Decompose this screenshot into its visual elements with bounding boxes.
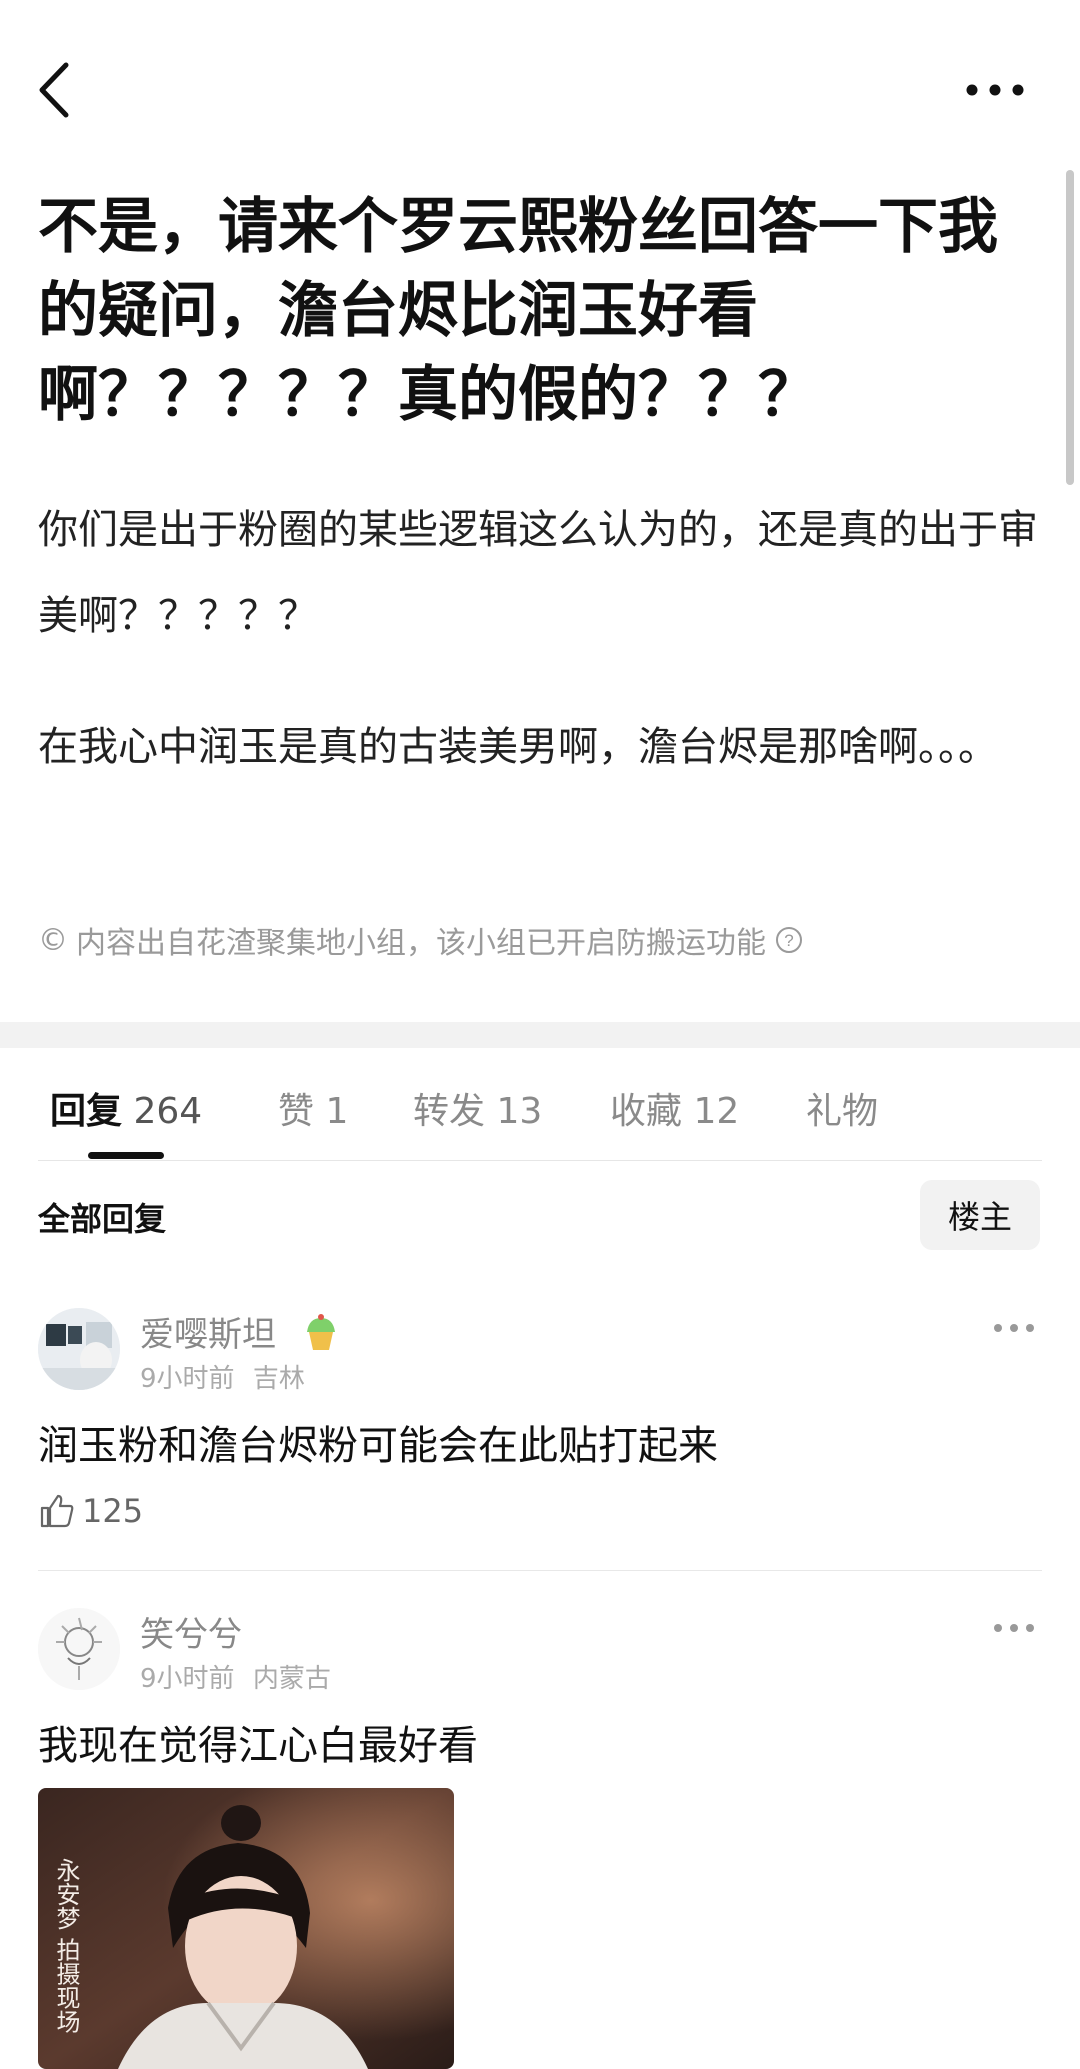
post-paragraph: 在我心中润玉是真的古装美男啊，澹台烬是那啥啊。。。 xyxy=(38,724,998,770)
tab-reposts[interactable]: 转发 13 xyxy=(413,1082,542,1134)
tab-favorites[interactable]: 收藏 12 xyxy=(610,1082,739,1134)
copyright-icon: © xyxy=(38,922,68,958)
image-caption: 永安梦 拍摄现场 xyxy=(52,1858,80,2034)
comment-text: 润玉粉和澹台烬粉可能会在此贴打起来 xyxy=(38,1423,718,1469)
comment-location: 内蒙古 xyxy=(252,1664,331,1694)
section-divider xyxy=(0,1022,1080,1048)
comment-username[interactable]: 笑兮兮 xyxy=(140,1607,242,1656)
comment-text: 我现在觉得江心白最好看 xyxy=(38,1723,478,1769)
tab-gifts[interactable]: 礼物 xyxy=(806,1082,878,1134)
comment-image[interactable]: 永安梦 拍摄现场 xyxy=(38,1788,454,2069)
svg-text:?: ? xyxy=(784,931,793,950)
op-only-button[interactable]: 楼主 xyxy=(920,1180,1040,1250)
post-title: 不是，请来个罗云熙粉丝回答一下我的疑问，澹台烬比润玉好看啊？？？？？真的假的？？… xyxy=(38,192,998,430)
avatar[interactable] xyxy=(38,1608,120,1690)
more-horizontal-icon xyxy=(994,1324,1034,1332)
like-count: 125 xyxy=(82,1492,144,1530)
tabs-divider xyxy=(38,1160,1042,1161)
notice-text: 内容出自花渣聚集地小组，该小组已开启防搬运功能 xyxy=(76,926,766,961)
more-horizontal-icon xyxy=(994,1624,1034,1632)
chevron-left-icon xyxy=(39,62,69,118)
tab-replies[interactable]: 回复 264 xyxy=(50,1082,202,1134)
tab-likes[interactable]: 赞 1 xyxy=(278,1082,348,1134)
like-button[interactable]: 125 xyxy=(38,1492,143,1530)
top-bar xyxy=(0,0,1080,160)
comment-location: 吉林 xyxy=(252,1364,305,1394)
anti-repost-notice: © 内容出自花渣聚集地小组，该小组已开启防搬运功能 ? xyxy=(38,918,804,962)
avatar-image xyxy=(38,1308,120,1390)
thumbs-up-icon xyxy=(40,1494,74,1528)
avatar-image xyxy=(38,1608,120,1690)
avatar[interactable] xyxy=(38,1308,120,1390)
help-icon[interactable]: ? xyxy=(774,925,804,955)
comment-time: 9小时前 xyxy=(140,1664,235,1694)
more-horizontal-icon xyxy=(966,84,1024,96)
drama-still-photo: 永安梦 拍摄现场 xyxy=(38,1788,454,2069)
comment-username[interactable]: 爱嘤斯坦 xyxy=(140,1307,343,1356)
more-options-button[interactable] xyxy=(960,70,1030,110)
comment-meta: 9小时前 内蒙古 xyxy=(140,1658,341,1695)
comment-divider xyxy=(38,1570,1042,1571)
comment-more-button[interactable] xyxy=(988,1613,1040,1643)
comment-meta: 9小时前 吉林 xyxy=(140,1358,315,1395)
back-button[interactable] xyxy=(30,55,80,125)
cupcake-badge-icon xyxy=(306,1314,335,1350)
active-tab-indicator xyxy=(88,1152,164,1159)
all-replies-label: 全部回复 xyxy=(38,1200,167,1238)
comment-time: 9小时前 xyxy=(140,1364,235,1394)
scrollbar[interactable] xyxy=(1066,170,1074,485)
post-paragraph: 你们是出于粉圈的某些逻辑这么认为的，还是真的出于审美啊？？？？？ xyxy=(38,507,1038,639)
interaction-tabs: 回复 264 赞 1 转发 13 收藏 12 礼物 xyxy=(0,1050,1080,1160)
comment-more-button[interactable] xyxy=(988,1313,1040,1343)
